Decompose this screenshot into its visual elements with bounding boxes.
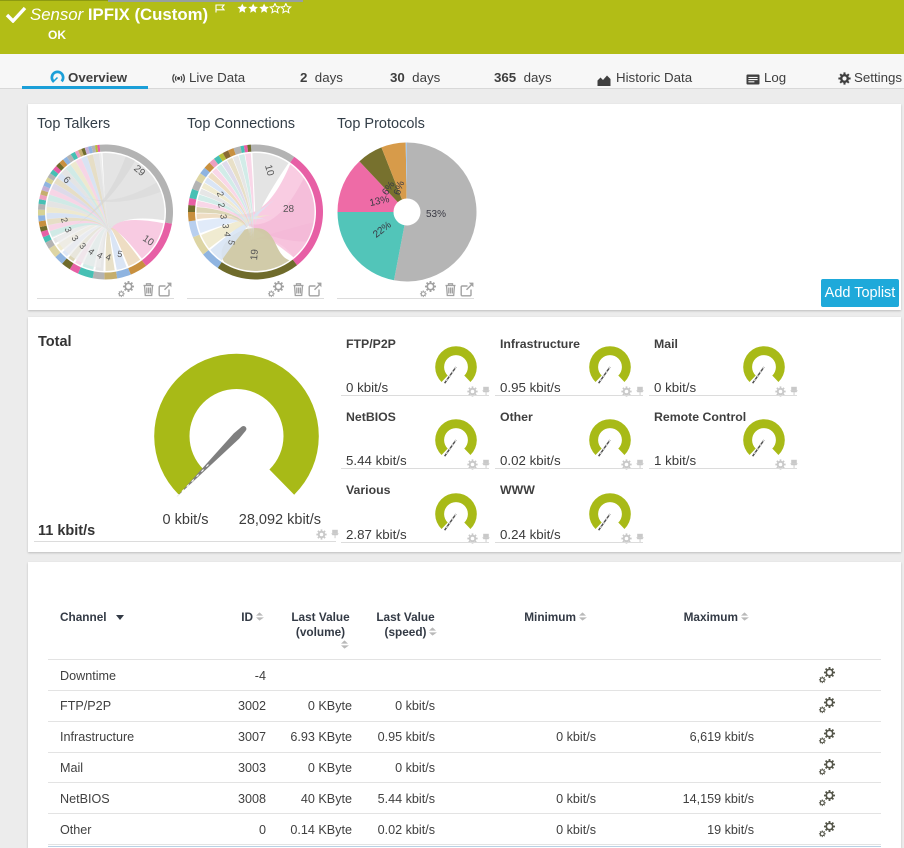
- svg-text:28: 28: [283, 204, 295, 215]
- svg-text:3: 3: [218, 214, 228, 220]
- svg-text:53%: 53%: [426, 209, 446, 220]
- svg-text:3: 3: [221, 223, 231, 228]
- svg-text:19: 19: [249, 248, 261, 260]
- svg-text:4: 4: [222, 231, 232, 237]
